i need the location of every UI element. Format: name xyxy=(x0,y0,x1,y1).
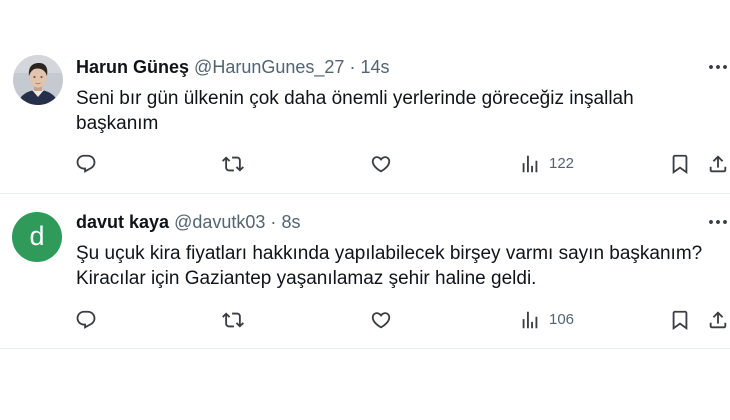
avatar-photo[interactable] xyxy=(13,55,63,105)
more-icon xyxy=(709,220,727,224)
more-button[interactable] xyxy=(706,210,730,234)
retweet-icon xyxy=(222,156,244,172)
tweet-header: davut kaya @davutk03 · 8s xyxy=(76,211,300,233)
views-icon xyxy=(522,155,538,173)
timestamp[interactable]: 14s xyxy=(360,57,389,77)
reply-button[interactable] xyxy=(75,152,97,176)
like-icon xyxy=(371,312,391,329)
retweet-button[interactable] xyxy=(222,308,244,332)
avatar-initial[interactable]: d xyxy=(12,212,62,262)
action-bar: 106 xyxy=(0,308,730,332)
reply-button[interactable] xyxy=(75,308,97,332)
avatar-letter: d xyxy=(29,220,45,251)
author-handle[interactable]: @HarunGunes_27 xyxy=(194,57,344,77)
reply-icon xyxy=(76,310,96,329)
bookmark-icon xyxy=(672,310,688,331)
separator-dot: · xyxy=(270,212,277,232)
retweet-icon xyxy=(222,312,244,328)
profile-photo xyxy=(13,55,63,105)
tweet-text: Şu uçuk kira fiyatları hakkında yapılabi… xyxy=(76,241,702,291)
share-icon xyxy=(709,155,727,173)
tweet-text-line: Kiracılar için Gaziantep yaşanılamaz şeh… xyxy=(76,268,537,289)
views-count: 122 xyxy=(549,155,575,172)
tweet[interactable]: d davut kaya @davutk03 · 8s Şu uçuk kira… xyxy=(0,194,730,349)
timestamp[interactable]: 8s xyxy=(281,212,300,232)
views-icon xyxy=(522,311,538,329)
views-button[interactable]: 122 xyxy=(519,152,574,176)
share-button[interactable] xyxy=(707,308,729,332)
more-button[interactable] xyxy=(706,55,730,79)
tweet[interactable]: Harun Güneş @HarunGunes_27 · 14s Seni bı… xyxy=(0,0,730,194)
tweet-text-line: Şu uçuk kira fiyatları hakkında yapılabi… xyxy=(76,243,703,264)
tweet-text-line: başkanım xyxy=(76,113,159,134)
share-button[interactable] xyxy=(707,152,729,176)
views-count: 106 xyxy=(549,311,575,328)
views-button[interactable]: 106 xyxy=(519,308,574,332)
author-handle[interactable]: @davutk03 xyxy=(174,212,265,232)
bookmark-button[interactable] xyxy=(669,152,691,176)
like-button[interactable] xyxy=(370,152,392,176)
tweet-text: Seni bır gün ülkenin çok daha önemli yer… xyxy=(76,86,634,136)
like-icon xyxy=(371,156,391,173)
retweet-button[interactable] xyxy=(222,152,244,176)
bookmark-button[interactable] xyxy=(669,308,691,332)
author-name[interactable]: Harun Güneş xyxy=(76,57,189,77)
tweet-text-line: Seni bır gün ülkenin çok daha önemli yer… xyxy=(76,88,634,109)
more-icon xyxy=(709,65,727,69)
reply-icon xyxy=(76,154,96,173)
bookmark-icon xyxy=(672,154,688,175)
tweet-header: Harun Güneş @HarunGunes_27 · 14s xyxy=(76,56,389,78)
action-bar: 122 xyxy=(0,152,730,176)
like-button[interactable] xyxy=(370,308,392,332)
author-name[interactable]: davut kaya xyxy=(76,212,169,232)
separator-dot: · xyxy=(349,57,356,77)
share-icon xyxy=(709,311,727,329)
